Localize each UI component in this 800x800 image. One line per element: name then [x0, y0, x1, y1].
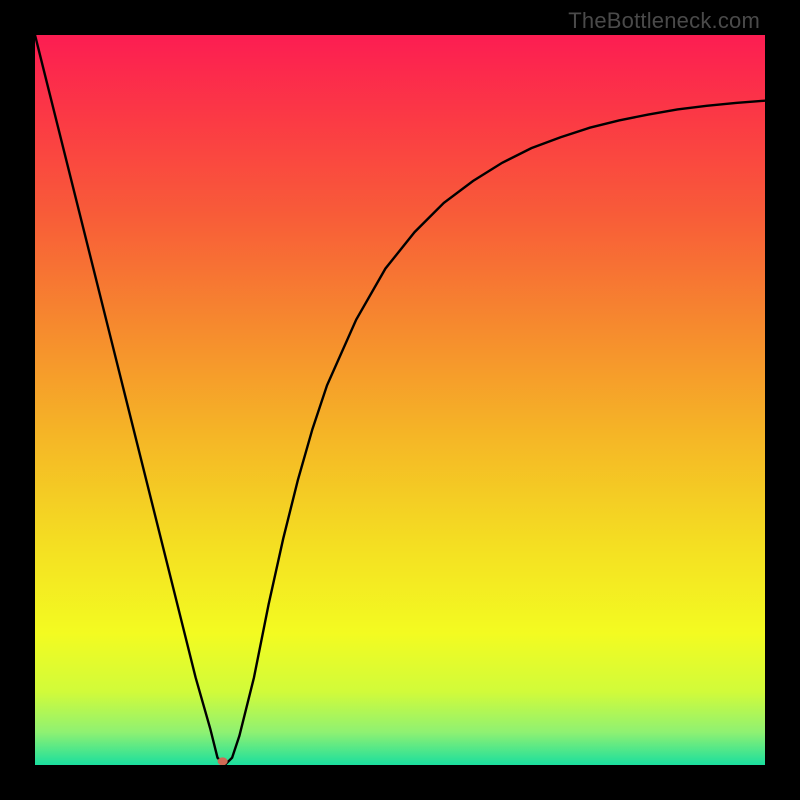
gradient-background — [35, 35, 765, 765]
marker-dot — [218, 757, 228, 765]
watermark-text: TheBottleneck.com — [568, 8, 760, 34]
plot-frame — [35, 35, 765, 765]
chart-canvas — [35, 35, 765, 765]
